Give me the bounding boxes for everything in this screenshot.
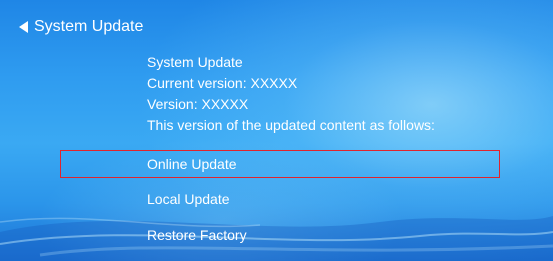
system-update-screen: System Update System Update Current vers… — [0, 0, 553, 261]
selection-highlight — [60, 150, 500, 178]
current-version-text: Current version: XXXXX — [147, 75, 298, 91]
header-back-button[interactable]: System Update — [17, 17, 143, 37]
menu-item-online-update[interactable]: Online Update — [147, 154, 237, 174]
update-description-text: This version of the updated content as f… — [147, 117, 435, 133]
info-heading: System Update — [147, 54, 243, 70]
triangle-left-icon — [19, 21, 28, 33]
version-info: System Update Current version: XXXXX Ver… — [147, 52, 435, 136]
menu-item-local-update[interactable]: Local Update — [147, 189, 230, 209]
version-text: Version: XXXXX — [147, 96, 249, 112]
header-title: System Update — [34, 18, 144, 35]
menu-item-restore-factory[interactable]: Restore Factory — [147, 225, 247, 245]
